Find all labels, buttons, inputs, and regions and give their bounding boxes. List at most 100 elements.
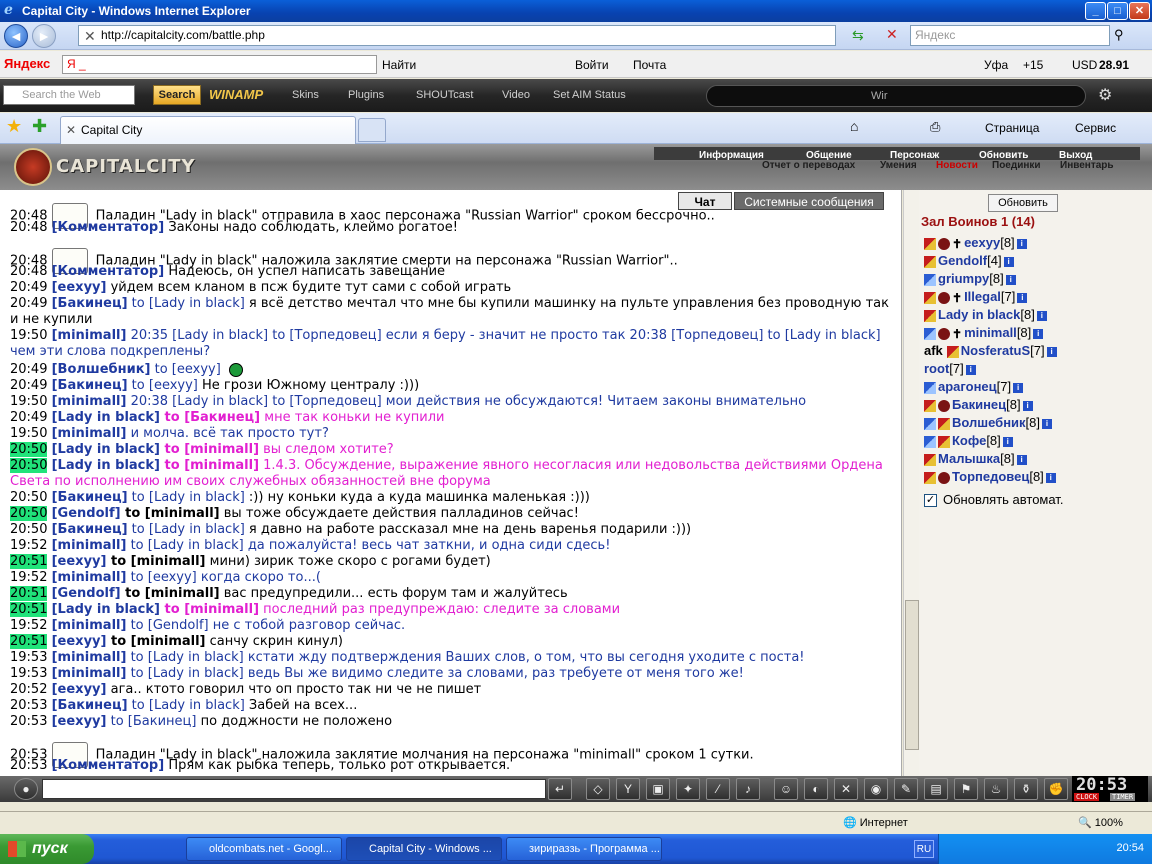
print-icon[interactable]: ⎙ (930, 119, 940, 135)
web-search-button[interactable]: Search (153, 85, 201, 105)
message-time[interactable]: 20:51 (10, 634, 48, 649)
info-icon[interactable]: i (1016, 238, 1027, 249)
message-author[interactable]: [Бакинец] (52, 698, 128, 713)
message-author[interactable]: [minimall] (52, 570, 127, 585)
address-input[interactable]: ✕ http://capitalcity.com/battle.php (78, 25, 836, 46)
message-recipient[interactable]: to [minimall] (106, 634, 206, 649)
mail-button[interactable]: Почта (633, 58, 666, 72)
browser-search-input[interactable]: Яндекс (910, 25, 1110, 46)
align-icon[interactable] (924, 255, 936, 268)
message-time[interactable]: 20:49 (10, 296, 47, 311)
message-time[interactable]: 20:51 (10, 554, 48, 569)
message-time[interactable]: 20:53 (10, 698, 47, 713)
message-time[interactable]: 19:53 (10, 650, 47, 665)
menu-inventory[interactable]: Инвентарь (1060, 160, 1114, 171)
message-time[interactable]: 20:49 (10, 280, 47, 295)
aim-status-menu[interactable]: Set AIM Status (553, 89, 626, 101)
flag-icon[interactable]: ⚑ (954, 778, 978, 800)
dagger-icon[interactable]: ✝ (952, 292, 962, 304)
gear-icon[interactable]: ⚙ (1098, 85, 1112, 105)
message-time[interactable]: 20:52 (10, 682, 47, 697)
task-program[interactable]: зирираззь - Программа ... (506, 837, 662, 861)
tab-capital-city[interactable]: ✕ Capital City (60, 116, 356, 144)
message-author[interactable]: [Волшебник] (52, 362, 151, 377)
info-icon[interactable]: i (1002, 436, 1013, 447)
message-author[interactable]: [Gendolf] (52, 586, 121, 601)
message-time[interactable]: 19:50 (10, 328, 47, 343)
message-author[interactable]: [minimall] (52, 650, 127, 665)
login-button[interactable]: Войти (575, 58, 609, 72)
task-capital-city[interactable]: Capital City - Windows ... (346, 837, 502, 861)
smiley-icon[interactable]: ☺ (774, 778, 798, 800)
message-author[interactable]: [minimall] (52, 426, 127, 441)
message-author[interactable]: [Бакинец] (52, 490, 128, 505)
message-time[interactable]: 19:52 (10, 570, 47, 585)
eraser-icon[interactable]: ◇ (586, 778, 610, 800)
message-recipient[interactable]: to [Lady in black] (126, 650, 244, 665)
info-icon[interactable]: i (1046, 346, 1057, 357)
user-entry[interactable]: Малышка[8] i (924, 450, 1027, 468)
message-author[interactable]: [minimall] (52, 328, 127, 343)
align-icon[interactable] (924, 399, 936, 412)
rank-icon[interactable] (924, 381, 936, 394)
info-icon[interactable]: i (965, 364, 976, 375)
clan-icon[interactable] (938, 399, 950, 412)
message-author[interactable]: [Lady in black] (52, 410, 160, 425)
message-recipient[interactable]: to [Lady in black] (126, 538, 244, 553)
stop-icon[interactable]: ✕ (886, 26, 898, 43)
message-time[interactable]: 20:48 (10, 264, 47, 279)
send-icon[interactable]: ↵ (548, 778, 572, 800)
message-time[interactable]: 20:49 (10, 410, 47, 425)
info-icon[interactable]: i (1016, 454, 1027, 465)
user-entry[interactable]: root[7] i (924, 360, 976, 378)
chat-log[interactable]: 20:48 Паладин "Lady in black" отправила … (0, 190, 902, 776)
forward-button[interactable]: ► (32, 24, 56, 48)
message-author[interactable]: [Комментатор] (52, 220, 165, 235)
user-name[interactable]: арагонец (938, 379, 997, 394)
message-author[interactable]: [minimall] (52, 618, 127, 633)
message-time[interactable]: 20:51 (10, 586, 48, 601)
service-menu[interactable]: Сервис (1075, 121, 1116, 135)
favorites-star-icon[interactable]: ★ (6, 116, 22, 137)
message-time[interactable]: 20:50 (10, 506, 48, 521)
message-recipient[interactable]: to [Lady in black] (126, 666, 244, 681)
message-author[interactable]: [eexyy] (52, 714, 107, 729)
refresh-users-button[interactable]: Обновить (988, 194, 1058, 212)
web-search-input[interactable]: Search the Web (3, 85, 135, 105)
currency-label[interactable]: USD (1072, 58, 1097, 72)
menu-info[interactable]: Информация (699, 150, 764, 161)
message-time[interactable]: 20:50 (10, 458, 48, 473)
user-name[interactable]: Кофе (952, 433, 986, 448)
align-icon[interactable] (924, 453, 936, 466)
user-name[interactable]: minimall (964, 325, 1017, 340)
user-name[interactable]: root (924, 361, 949, 376)
user-entry[interactable]: ✝ minimall[8] i (924, 324, 1044, 342)
info-icon[interactable]: i (1045, 472, 1056, 483)
message-author[interactable]: [eexyy] (52, 634, 107, 649)
info-icon[interactable]: i (1042, 418, 1053, 429)
message-time[interactable]: 20:53 (10, 758, 47, 773)
message-author[interactable]: [Комментатор] (52, 264, 165, 279)
task-oldcombats[interactable]: oldcombats.net - Googl... (186, 837, 342, 861)
align-icon[interactable] (924, 237, 936, 250)
message-author[interactable]: [eexyy] (52, 554, 107, 569)
fist-icon[interactable]: ✊ (1044, 778, 1068, 800)
skins-menu[interactable]: Skins (292, 89, 319, 101)
rank-icon[interactable] (924, 327, 936, 340)
message-recipient[interactable]: to [Lady in black] (128, 522, 245, 537)
message-time[interactable]: 20:48 (10, 220, 47, 235)
message-author[interactable]: [Бакинец] (52, 296, 128, 311)
info-icon[interactable]: i (1033, 328, 1044, 339)
user-name[interactable]: NosferatuS (961, 343, 1030, 358)
user-name[interactable]: Торпедовец (952, 469, 1029, 484)
window-title-bar[interactable]: e Capital City - Windows Internet Explor… (0, 0, 1152, 22)
dagger-icon[interactable]: ✝ (952, 328, 962, 340)
user-entry[interactable]: Gendolf[4] i (924, 252, 1014, 270)
user-name[interactable]: Illegal (964, 289, 1001, 304)
user-name[interactable]: griumpy (938, 271, 989, 286)
message-recipient[interactable]: to [minimall] (160, 442, 260, 457)
yandex-logo[interactable]: Яндекс (4, 56, 50, 71)
checkbox-icon[interactable]: ✓ (924, 494, 937, 508)
message-author[interactable]: [Lady in black] (52, 458, 160, 473)
message-author[interactable]: [Gendolf] (52, 506, 121, 521)
